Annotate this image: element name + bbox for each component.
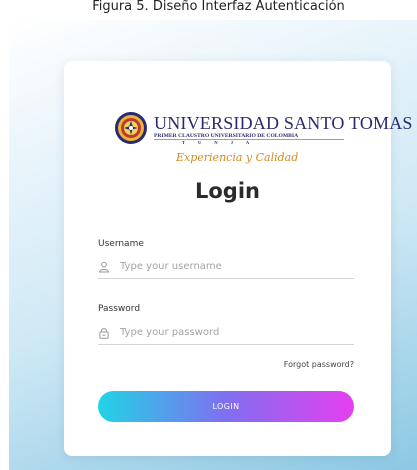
forgot-password-link[interactable]: Forgot password? bbox=[284, 360, 354, 369]
username-label: Username bbox=[98, 239, 144, 249]
university-seal-icon bbox=[115, 112, 147, 144]
password-field-wrapper bbox=[98, 321, 354, 345]
user-icon bbox=[98, 261, 110, 273]
figure-caption: Figura 5. Diseño Interfaz Autenticación bbox=[92, 0, 345, 14]
login-button[interactable]: LOGIN bbox=[98, 391, 354, 422]
password-label: Password bbox=[98, 304, 141, 314]
university-tagline: Experiencia y Calidad bbox=[176, 151, 299, 164]
username-input[interactable] bbox=[120, 257, 350, 275]
university-name: UNIVERSIDAD SANTO TOMAS bbox=[154, 113, 413, 133]
password-input[interactable] bbox=[120, 323, 350, 341]
university-city: T U N J A bbox=[182, 140, 256, 145]
login-title: Login bbox=[195, 179, 260, 203]
username-field-wrapper bbox=[98, 255, 354, 279]
lock-icon bbox=[99, 328, 109, 339]
login-card: UNIVERSIDAD SANTO TOMAS PRIMER CLAUSTRO … bbox=[64, 61, 412, 456]
university-logo: UNIVERSIDAD SANTO TOMAS PRIMER CLAUSTRO … bbox=[114, 111, 412, 171]
page-background: UNIVERSIDAD SANTO TOMAS PRIMER CLAUSTRO … bbox=[9, 20, 417, 470]
